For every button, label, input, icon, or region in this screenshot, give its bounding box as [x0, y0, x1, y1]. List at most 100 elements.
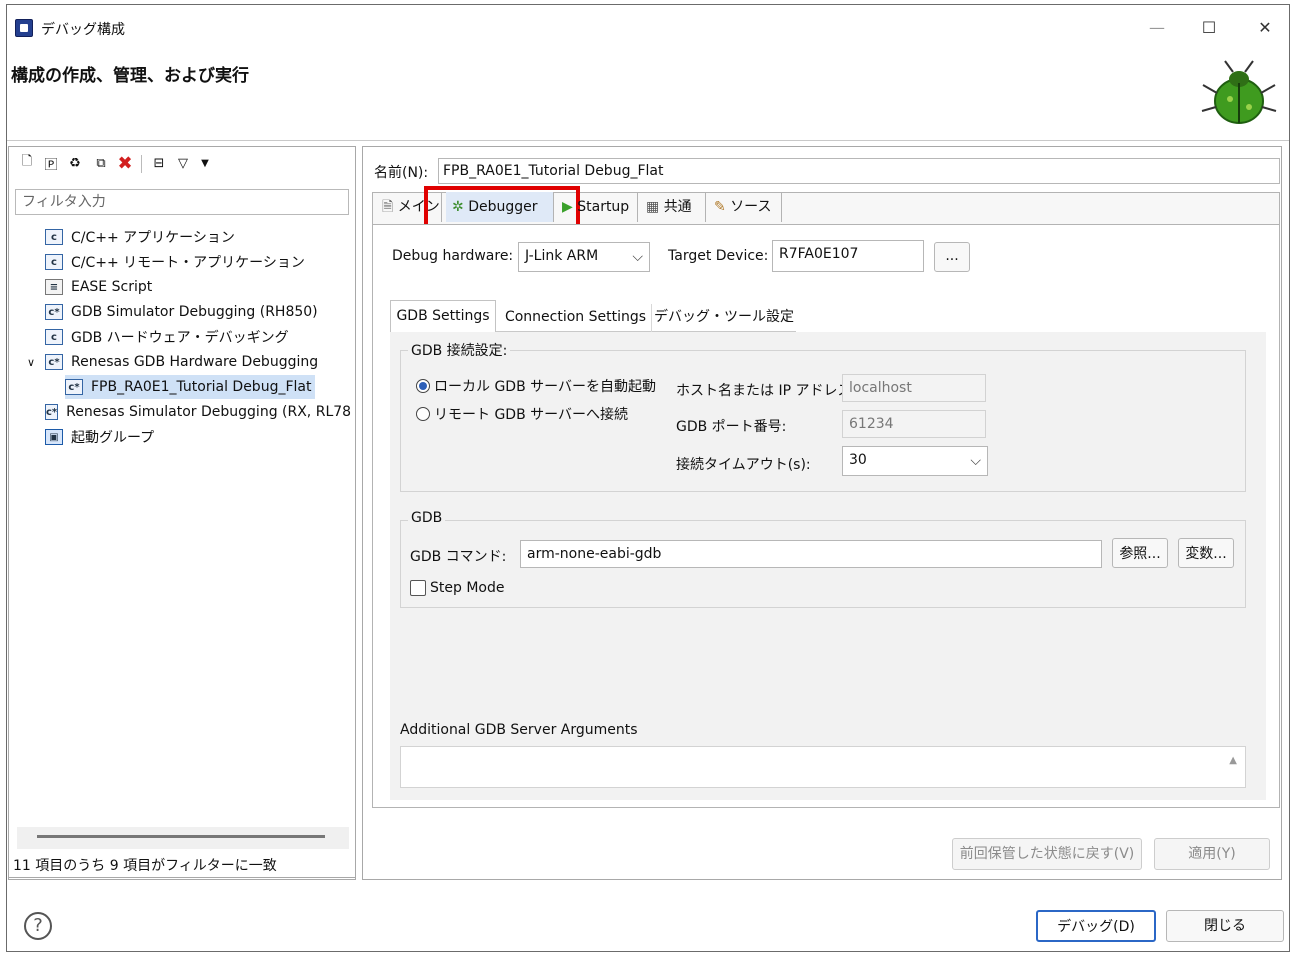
host-input[interactable]: localhost [842, 374, 986, 402]
new-prototype-icon[interactable]: 🄿 [41, 153, 61, 173]
additional-args-textarea[interactable]: ▲ [400, 746, 1246, 788]
tree-item-label: GDB Simulator Debugging (RH850) [71, 304, 318, 320]
tab-startup[interactable]: ▶ Startup [556, 192, 638, 222]
radio-indicator[interactable] [416, 379, 430, 393]
banner-title: 構成の作成、管理、および実行 [11, 66, 249, 86]
c-star-icon: c* [45, 404, 59, 420]
tree-item[interactable]: c* GDB Simulator Debugging (RH850) [45, 300, 318, 324]
tab-source[interactable]: ✎ ソース [708, 192, 782, 222]
new-config-icon[interactable]: 🗋 [17, 153, 37, 173]
port-input[interactable]: 61234 [842, 410, 986, 438]
config-name-input[interactable]: FPB_RA0E1_Tutorial Debug_Flat [438, 158, 1280, 184]
timeout-value: 30 [849, 452, 867, 468]
tab-label: 共通 [663, 199, 692, 215]
radio-label: リモート GDB サーバーへ接続 [434, 407, 628, 423]
tree-item-label: C/C++ リモート・アプリケーション [71, 255, 305, 271]
step-mode-checkbox[interactable]: Step Mode [410, 580, 504, 596]
tree-item[interactable]: c C/C++ リモート・アプリケーション [45, 250, 305, 274]
horizontal-scrollbar[interactable] [17, 827, 349, 849]
host-label: ホスト名または IP アドレス: [676, 383, 857, 399]
timeout-select[interactable]: 30 ⌵ [842, 446, 988, 476]
revert-button[interactable]: 前回保管した状態に戻す(V) [952, 838, 1142, 870]
subtab-connection-settings[interactable]: Connection Settings [500, 304, 652, 332]
subtab-debug-tool-settings[interactable]: デバッグ・ツール設定 [654, 304, 794, 332]
collapse-all-icon[interactable]: ⊟ [149, 153, 169, 173]
play-icon: ▶ [562, 199, 573, 215]
radio-label: ローカル GDB サーバーを自動起動 [434, 379, 656, 395]
tree-item[interactable]: c GDB ハードウェア・デバッギング [45, 325, 289, 349]
chevron-down-icon[interactable]: ▼ [195, 153, 215, 173]
gdb-command-label: GDB コマンド: [410, 549, 507, 565]
tree-item-label: Renesas Simulator Debugging (RX, RL78) [66, 404, 351, 420]
tree-item-label: 起動グループ [71, 430, 155, 446]
timeout-label: 接続タイムアウト(s): [676, 457, 811, 473]
target-device-input[interactable]: R7FA0E107 [772, 240, 924, 272]
debug-button[interactable]: デバッグ(D) [1036, 910, 1156, 942]
export-icon[interactable]: ♻ [65, 153, 85, 173]
tree-item[interactable]: c C/C++ アプリケーション [45, 225, 235, 249]
browse-gdb-button[interactable]: 参照... [1112, 538, 1168, 568]
launch-group-icon: ▣ [45, 429, 63, 445]
app-icon [15, 19, 33, 37]
name-label: 名前(N): [374, 165, 429, 181]
duplicate-icon[interactable]: ⧉ [91, 153, 111, 173]
source-icon: ✎ [714, 199, 726, 215]
c-star-icon: c* [65, 379, 83, 395]
filter-status: 11 項目のうち 9 項目がフィルターに一致 [8, 854, 356, 880]
tree-item[interactable]: ▣ 起動グループ [45, 425, 154, 449]
tree-item[interactable]: ≡ EASE Script [45, 275, 152, 299]
chevron-down-icon: ⌵ [970, 453, 981, 469]
help-icon[interactable]: ? [24, 912, 52, 940]
apply-button[interactable]: 適用(Y) [1154, 838, 1270, 870]
gdb-command-input[interactable]: arm-none-eabi-gdb [520, 540, 1102, 568]
table-icon: ▦ [646, 199, 660, 215]
gdb-group-title: GDB [408, 510, 446, 526]
tree-item-label: FPB_RA0E1_Tutorial Debug_Flat [91, 379, 312, 395]
radio-local-server[interactable]: ローカル GDB サーバーを自動起動 [416, 376, 656, 396]
title-bar: デバッグ構成 — ☐ ✕ [7, 5, 1289, 51]
gdb-connection-title: GDB 接続設定: [408, 340, 511, 360]
tab-common[interactable]: ▦ 共通 [640, 192, 706, 222]
chevron-down-icon[interactable]: ∨ [27, 356, 41, 369]
tree-item-label: Renesas GDB Hardware Debugging [71, 354, 319, 370]
maximize-button[interactable]: ☐ [1187, 13, 1231, 43]
radio-remote-server[interactable]: リモート GDB サーバーへ接続 [416, 404, 628, 424]
additional-args-label: Additional GDB Server Arguments [400, 722, 638, 738]
chevron-down-icon: ⌵ [632, 249, 643, 265]
minimize-button[interactable]: — [1135, 13, 1179, 43]
scroll-up-icon[interactable]: ▲ [1229, 755, 1237, 766]
tree-item[interactable]: c* Renesas Simulator Debugging (RX, RL78… [45, 400, 351, 424]
tree-item-renesas-hw[interactable]: ∨ c* Renesas GDB Hardware Debugging [27, 350, 318, 374]
c-star-icon: c* [45, 354, 63, 370]
script-icon: ≡ [45, 279, 63, 295]
config-tree-panel: 🗋 🄿 ♻ ⧉ ✖ ⊟ ▽ ▼ フィルタ入力 c C/C++ アプリケーション … [8, 146, 356, 878]
c-app-icon: c [45, 229, 63, 245]
debug-hardware-value: J-Link ARM [525, 248, 599, 264]
c-app-icon: c [45, 254, 63, 270]
tree-item-selected-config[interactable]: c* FPB_RA0E1_Tutorial Debug_Flat [65, 375, 316, 399]
close-button[interactable]: 閉じる [1166, 910, 1284, 942]
variables-button[interactable]: 変数... [1178, 538, 1234, 568]
browse-target-button[interactable]: ... [934, 242, 970, 272]
banner: 構成の作成、管理、および実行 [7, 51, 1289, 141]
tree-item-label: EASE Script [71, 279, 153, 295]
port-label: GDB ポート番号: [676, 419, 787, 435]
checkbox-indicator[interactable] [410, 580, 426, 596]
delete-icon[interactable]: ✖ [115, 153, 135, 174]
close-window-button[interactable]: ✕ [1243, 13, 1287, 43]
toolbar-divider [141, 155, 142, 173]
window-title: デバッグ構成 [41, 22, 125, 38]
tree-item-label: C/C++ アプリケーション [71, 230, 235, 246]
subtab-gdb-settings[interactable]: GDB Settings [390, 300, 496, 332]
tab-label: ソース [730, 199, 772, 215]
bug-icon [1201, 60, 1277, 124]
scrollbar-thumb[interactable] [37, 835, 325, 838]
tab-label: Startup [577, 199, 630, 215]
document-icon: 🗎 [382, 199, 394, 215]
checkbox-label: Step Mode [430, 580, 505, 596]
debug-hardware-label: Debug hardware: [392, 248, 514, 264]
filter-icon[interactable]: ▽ [173, 153, 193, 173]
debug-hardware-select[interactable]: J-Link ARM ⌵ [518, 242, 650, 272]
radio-indicator[interactable] [416, 407, 430, 421]
filter-input[interactable]: フィルタ入力 [15, 189, 349, 215]
